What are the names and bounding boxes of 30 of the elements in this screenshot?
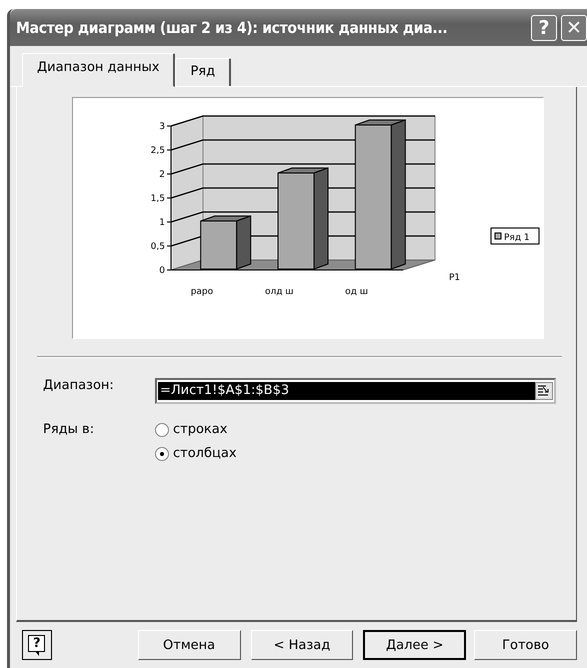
dialog-button[interactable]: Отмена <box>138 630 240 660</box>
window-title: Мастер диаграмм (шаг 2 из 4): источник данных диа... <box>16 18 448 36</box>
range-label: Диапазон: <box>43 378 115 395</box>
dialog-button[interactable]: Далее > <box>363 630 466 660</box>
series-in-label: Ряды в: <box>43 422 96 439</box>
category-label: олд ш <box>264 287 294 297</box>
category-label: од ш <box>345 287 368 297</box>
radio-option[interactable]: столбцах <box>155 446 556 461</box>
axis-tick-label: 1 <box>159 218 165 228</box>
dialog-button[interactable]: < Назад <box>250 630 354 660</box>
dialog-button[interactable]: Готово <box>474 630 577 660</box>
chart-legend: Ряд 1 <box>490 228 540 244</box>
radio-option[interactable]: строках <box>155 422 556 437</box>
axis-tick-label: 3 <box>159 122 165 132</box>
category-label: раро <box>190 287 214 297</box>
axis-tick-label: 1,5 <box>150 194 165 204</box>
tab[interactable]: Диапазон данных <box>22 53 176 87</box>
axis-tick-label: 0,5 <box>150 242 165 252</box>
help-button[interactable]: ? <box>22 630 52 660</box>
legend-label: Ряд 1 <box>504 233 530 243</box>
bar <box>200 220 238 270</box>
tab[interactable]: Ряд <box>175 58 232 86</box>
collapse-dialog-icon[interactable] <box>535 382 553 400</box>
axis-tick-label: 2,5 <box>150 146 165 156</box>
axis-tick-label: 0 <box>159 266 165 276</box>
close-button[interactable]: ✕ <box>561 14 587 40</box>
help-button[interactable]: ? <box>531 14 557 40</box>
series-axis-label: Р1 <box>449 273 460 283</box>
axis-tick-label: 2 <box>159 170 165 180</box>
range-field[interactable]: =Лист1!$A$1:$B$3 <box>155 378 556 404</box>
